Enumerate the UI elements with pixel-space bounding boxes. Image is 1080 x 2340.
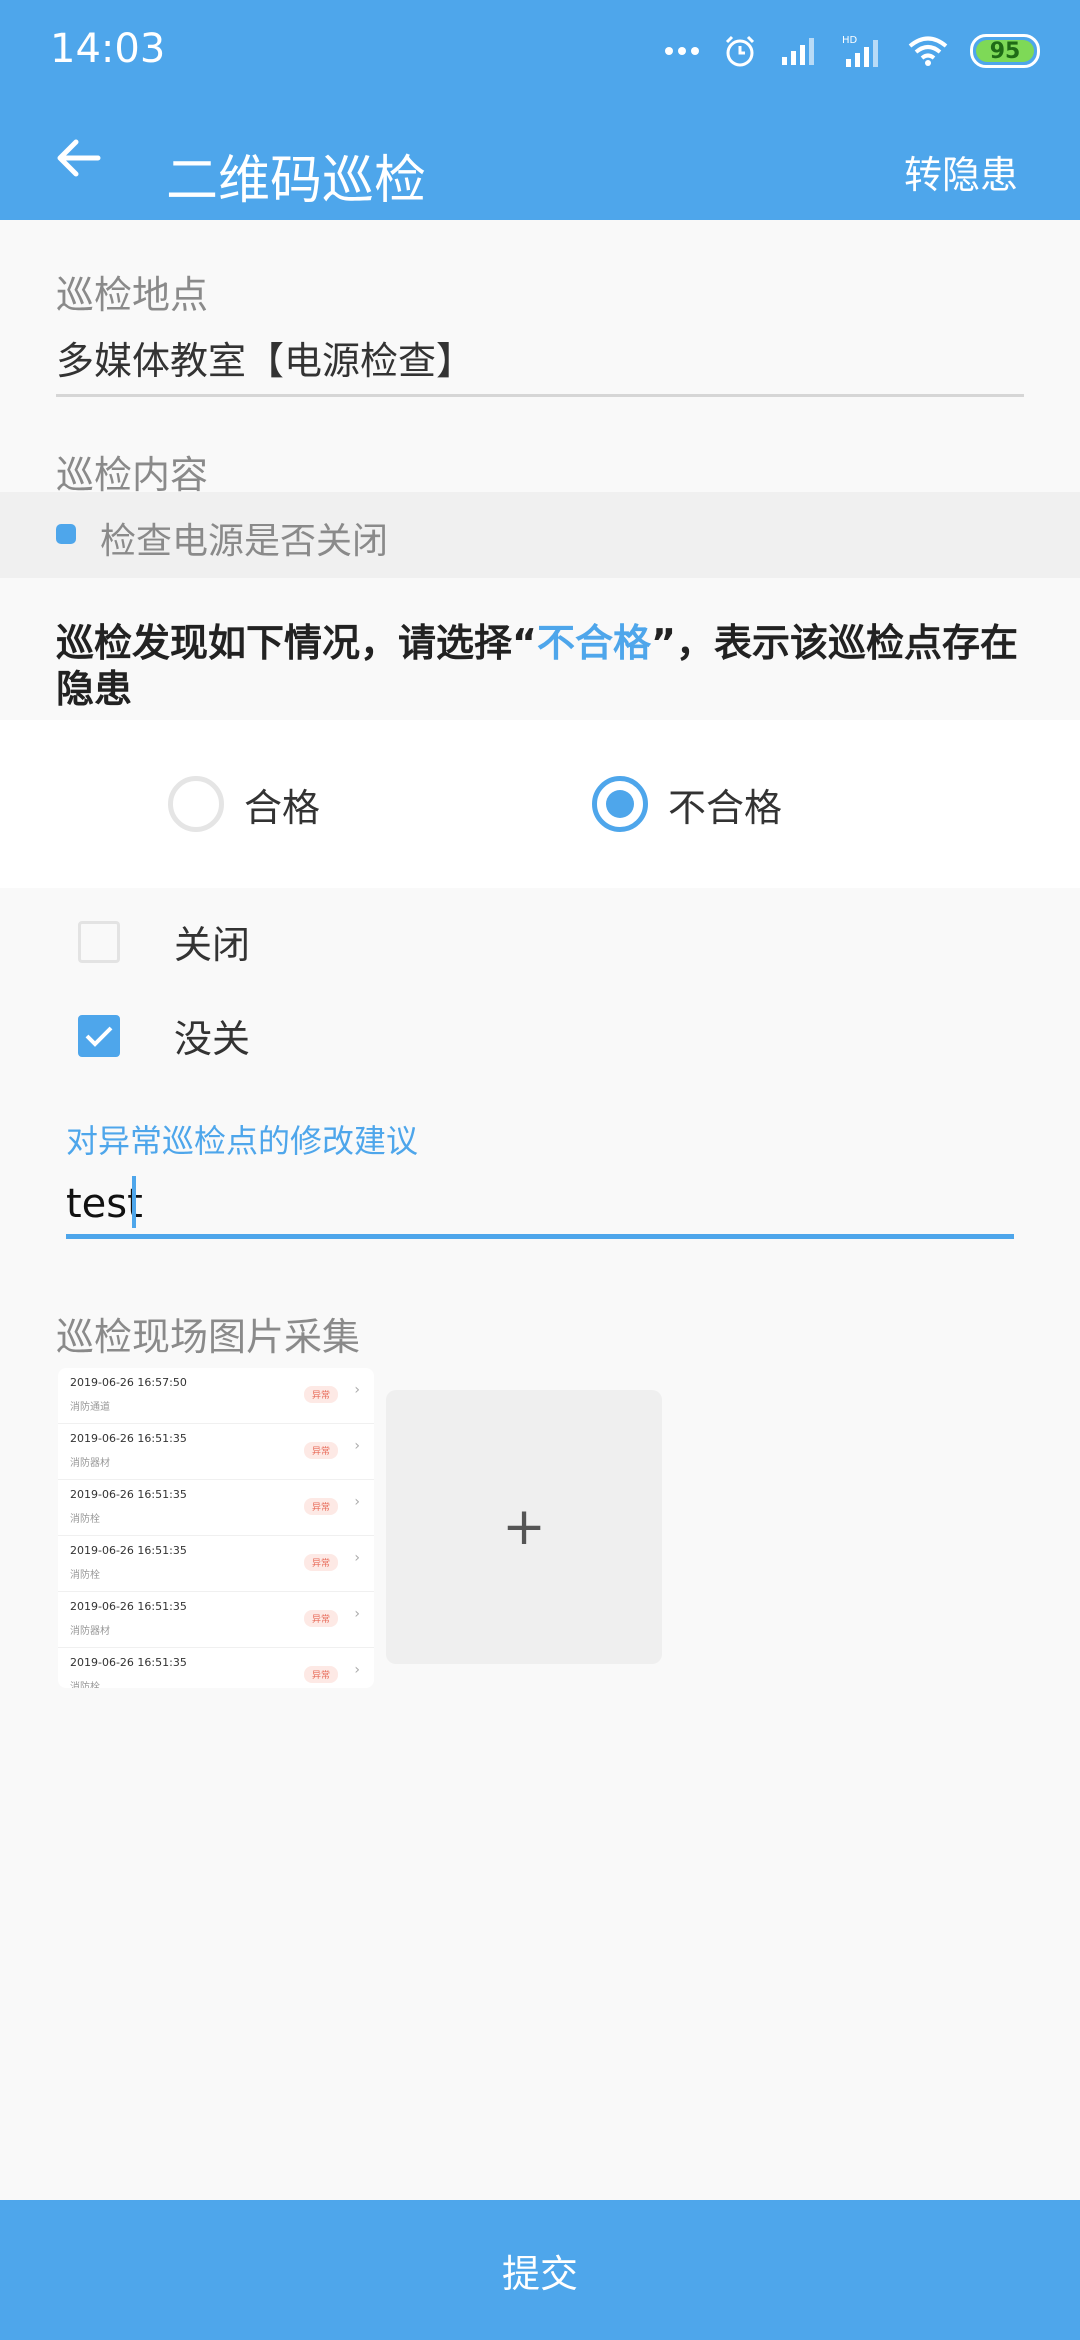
app-bar: 14:03 HD 95 二维码巡检 转隐患: [0, 0, 1080, 220]
content-item-text: 检查电源是否关闭: [100, 521, 389, 562]
photo-section-label: 巡检现场图片采集: [56, 1315, 361, 1359]
status-time: 14:03: [50, 26, 166, 72]
radio-fail-label: 不合格: [668, 785, 783, 830]
page-title: 二维码巡检: [166, 151, 427, 211]
location-label: 巡检地点: [56, 273, 209, 317]
alarm-icon: [725, 35, 755, 67]
thumbnail-row: 2019-06-26 16:51:35 消防器材 异常 ›: [58, 1592, 374, 1648]
advice-input-underline: [66, 1234, 1014, 1239]
thumbnail-row: 2019-06-26 16:51:35 消防栓 异常 ›: [58, 1536, 374, 1592]
toolbar: 二维码巡检 转隐患: [0, 100, 1080, 220]
thumbnail-row: 2019-06-26 16:51:35 消防栓 异常 ›: [58, 1480, 374, 1536]
wifi-icon: [908, 36, 948, 66]
check-option-not-closed[interactable]: 没关: [78, 1008, 250, 1063]
battery-level: 95: [989, 38, 1021, 64]
content-label: 巡检内容: [56, 453, 209, 497]
svg-text:HD: HD: [842, 35, 858, 46]
status-bar: 14:03 HD 95: [0, 0, 1080, 100]
advice-input[interactable]: [66, 1168, 1014, 1240]
advice-label: 对异常巡检点的修改建议: [66, 1122, 419, 1160]
notice-text: 巡检发现如下情况，请选择“不合格”，表示该巡检点存在隐患: [56, 621, 1018, 711]
hd-signal-icon: HD: [842, 35, 878, 67]
more-dots-icon: [665, 47, 699, 55]
chevron-right-icon: ›: [354, 1494, 360, 1510]
content-item: 检查电源是否关闭: [0, 492, 1080, 578]
thumbnail-row: 2019-06-26 16:51:35 消防器材 异常 ›: [58, 1424, 374, 1480]
signal-icon: [782, 38, 814, 65]
result-radio-group: 合格 不合格: [0, 720, 1080, 888]
chevron-right-icon: ›: [354, 1606, 360, 1622]
radio-pass[interactable]: 合格: [168, 776, 320, 832]
notice-highlight: 不合格: [536, 621, 651, 665]
radio-checked-icon: [592, 776, 648, 832]
submit-button[interactable]: 提交: [0, 2200, 1080, 2340]
photo-thumbnail[interactable]: 2019-06-26 16:57:50 消防通道 异常 › 2019-06-26 16…: [58, 1368, 374, 1688]
chevron-right-icon: ›: [354, 1438, 360, 1454]
plus-icon: +: [502, 1497, 546, 1557]
chevron-right-icon: ›: [354, 1382, 360, 1398]
thumbnail-row: 2019-06-26 16:57:50 消防通道 异常 ›: [58, 1368, 374, 1424]
radio-pass-label: 合格: [244, 785, 321, 830]
text-cursor: [132, 1176, 136, 1228]
chevron-right-icon: ›: [354, 1662, 360, 1678]
arrow-left-icon: [57, 139, 101, 177]
battery-icon: 95: [970, 34, 1040, 68]
check-option-closed[interactable]: 关闭: [78, 914, 250, 969]
chevron-right-icon: ›: [354, 1550, 360, 1566]
status-icons: HD 95: [664, 26, 1040, 76]
location-underline: [56, 394, 1024, 397]
thumbnail-row: 2019-06-26 16:51:35 消防栓 异常 ›: [58, 1648, 374, 1688]
add-photo-button[interactable]: +: [386, 1390, 662, 1664]
check-label-not-closed: 没关: [174, 1017, 251, 1061]
convert-hazard-button[interactable]: 转隐患: [904, 144, 1018, 199]
radio-unchecked-icon: [168, 776, 224, 832]
checkbox-checked-icon: [78, 1014, 120, 1057]
check-label-closed: 关闭: [174, 923, 251, 967]
location-value: 多媒体教室【电源检查】: [56, 339, 475, 383]
back-button[interactable]: [46, 126, 110, 190]
bullet-icon: [56, 524, 76, 544]
checkmark-icon: [85, 1026, 113, 1047]
radio-fail[interactable]: 不合格: [592, 776, 782, 832]
checkbox-unchecked-icon: [78, 920, 120, 963]
